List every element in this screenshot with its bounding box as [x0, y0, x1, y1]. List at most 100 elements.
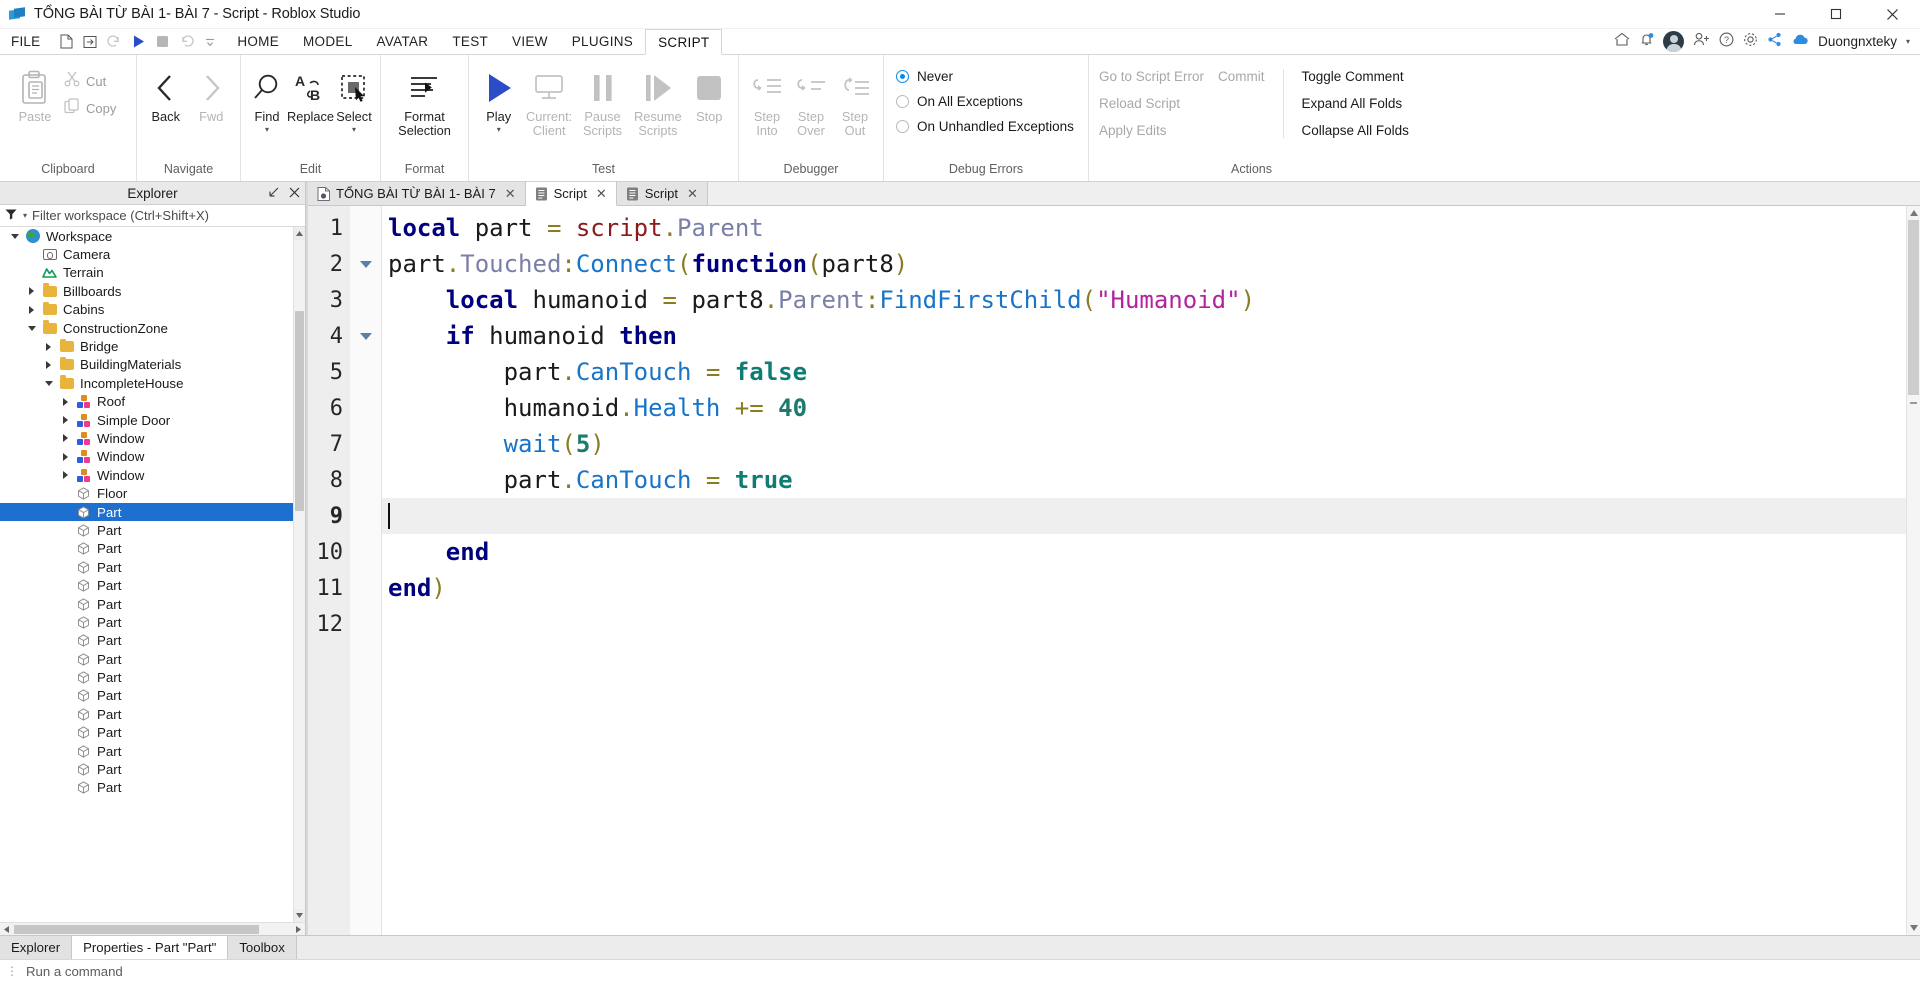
- code-text[interactable]: local part = script. Parent part. Touched: C…: [382, 206, 1920, 935]
- explorer-item-bridge[interactable]: Bridge: [0, 337, 293, 355]
- play-icon[interactable]: [127, 31, 149, 53]
- chevron-down-icon[interactable]: [6, 233, 23, 239]
- select-button[interactable]: Select ▾: [334, 63, 374, 134]
- collapse-all-folds-action[interactable]: Collapse All Folds: [1302, 123, 1409, 138]
- find-button[interactable]: Find ▾: [247, 63, 287, 134]
- scroll-up-icon[interactable]: [294, 227, 305, 240]
- scroll-down-icon[interactable]: [1907, 921, 1920, 935]
- copy-button[interactable]: Copy: [64, 98, 116, 119]
- explorer-item-floor[interactable]: Floor: [0, 484, 293, 502]
- home-icon[interactable]: [1614, 32, 1630, 51]
- tab-plugins[interactable]: PLUGINS: [560, 29, 645, 54]
- chevron-down-icon[interactable]: [23, 325, 40, 331]
- editor-vertical-scrollbar[interactable]: [1906, 206, 1920, 935]
- code-line[interactable]: part. Touched: Connect(function(part8): [382, 246, 1920, 282]
- editor-tab-script-1[interactable]: Script ✕: [525, 182, 617, 206]
- explorer-item-part[interactable]: Part: [0, 705, 293, 723]
- radio-on-all-exceptions[interactable]: On All Exceptions: [896, 94, 1074, 109]
- bottom-tab-explorer[interactable]: Explorer: [0, 936, 73, 959]
- explorer-item-terrain[interactable]: Terrain: [0, 264, 293, 282]
- redo-icon[interactable]: [103, 31, 125, 53]
- commit-action[interactable]: Commit: [1218, 69, 1265, 84]
- pause-scripts-button[interactable]: Pause Scripts: [576, 63, 629, 138]
- undock-icon[interactable]: [268, 185, 280, 203]
- explorer-item-part[interactable]: Part: [0, 613, 293, 631]
- back-button[interactable]: Back: [143, 63, 189, 124]
- cut-button[interactable]: Cut: [64, 71, 116, 92]
- fold-gutter[interactable]: [350, 206, 382, 935]
- step-out-button[interactable]: Step Out: [833, 63, 877, 138]
- explorer-item-part[interactable]: Part: [0, 668, 293, 686]
- fold-toggle-icon[interactable]: [350, 246, 381, 282]
- explorer-item-incompletehouse[interactable]: IncompleteHouse: [0, 374, 293, 392]
- chevron-right-icon[interactable]: [57, 397, 74, 406]
- tab-avatar[interactable]: AVATAR: [365, 29, 441, 54]
- settings-icon[interactable]: [1743, 32, 1758, 52]
- scroll-right-icon[interactable]: [292, 925, 305, 933]
- explorer-item-window[interactable]: Window: [0, 466, 293, 484]
- explorer-filter-input[interactable]: Filter workspace (Ctrl+Shift+X): [32, 208, 209, 223]
- tab-home[interactable]: HOME: [225, 29, 291, 54]
- bottom-tab-toolbox[interactable]: Toolbox: [228, 936, 297, 959]
- explorer-item-part[interactable]: Part: [0, 540, 293, 558]
- maximize-button[interactable]: [1808, 0, 1864, 29]
- scrollbar-thumb[interactable]: [1908, 220, 1919, 395]
- close-icon[interactable]: ✕: [687, 186, 698, 202]
- file-menu[interactable]: FILE: [0, 29, 51, 54]
- code-line[interactable]: part. CanTouch = true: [382, 462, 1920, 498]
- help-icon[interactable]: ?: [1719, 32, 1734, 52]
- chevron-right-icon[interactable]: [23, 287, 40, 296]
- scrollbar-thumb[interactable]: [295, 311, 304, 511]
- scroll-left-icon[interactable]: [0, 925, 13, 933]
- chevron-down-icon[interactable]: ▾: [265, 126, 269, 134]
- explorer-item-window[interactable]: Window: [0, 448, 293, 466]
- chevron-right-icon[interactable]: [57, 471, 74, 480]
- explorer-item-part[interactable]: Part: [0, 650, 293, 668]
- tab-script[interactable]: SCRIPT: [645, 29, 723, 55]
- filter-icon[interactable]: [5, 207, 18, 225]
- code-line[interactable]: end): [382, 570, 1920, 606]
- explorer-item-constructionzone[interactable]: ConstructionZone: [0, 319, 293, 337]
- tab-view[interactable]: VIEW: [500, 29, 560, 54]
- code-area[interactable]: 1 2 3 4 5 6 7 8 9 10 11 12 local part = script. Pare…: [308, 206, 1920, 935]
- close-icon[interactable]: ✕: [596, 186, 607, 202]
- close-icon[interactable]: [289, 185, 300, 203]
- stop-icon[interactable]: [151, 31, 173, 53]
- toggle-comment-action[interactable]: Toggle Comment: [1302, 69, 1409, 84]
- explorer-item-part[interactable]: Part: [0, 595, 293, 613]
- stop-button[interactable]: Stop: [687, 63, 732, 124]
- editor-tab-script-2[interactable]: Script ✕: [616, 182, 708, 205]
- explorer-horizontal-scrollbar[interactable]: [0, 922, 305, 935]
- avatar[interactable]: [1663, 31, 1685, 52]
- step-into-button[interactable]: Step Into: [745, 63, 789, 138]
- explorer-item-part[interactable]: Part: [0, 576, 293, 594]
- radio-never[interactable]: Never: [896, 69, 1074, 84]
- undo-icon[interactable]: [175, 31, 197, 53]
- add-person-icon[interactable]: [1693, 32, 1710, 51]
- drag-handle-icon[interactable]: ⋮: [6, 964, 19, 978]
- close-button[interactable]: [1864, 0, 1920, 29]
- explorer-item-part[interactable]: Part: [0, 724, 293, 742]
- chevron-down-icon[interactable]: ▾: [1906, 37, 1910, 45]
- replace-button[interactable]: AB Replace: [287, 63, 334, 124]
- bottom-tab-properties[interactable]: Properties - Part "Part": [72, 936, 229, 959]
- step-over-button[interactable]: Step Over: [789, 63, 833, 138]
- expand-all-folds-action[interactable]: Expand All Folds: [1302, 96, 1409, 111]
- open-file-icon[interactable]: [79, 31, 101, 53]
- new-file-icon[interactable]: [55, 31, 77, 53]
- tab-model[interactable]: MODEL: [291, 29, 365, 54]
- apply-edits-action[interactable]: Apply Edits: [1099, 123, 1204, 138]
- command-input[interactable]: Run a command: [26, 964, 123, 979]
- explorer-item-part[interactable]: Part: [0, 558, 293, 576]
- code-line[interactable]: [382, 606, 1920, 642]
- notification-icon[interactable]: [1639, 32, 1654, 52]
- explorer-item-simple-door[interactable]: Simple Door: [0, 411, 293, 429]
- radio-on-unhandled-exceptions[interactable]: On Unhandled Exceptions: [896, 119, 1074, 134]
- code-line[interactable]: local humanoid = part8. Parent: FindFirstC…: [382, 282, 1920, 318]
- fold-toggle-icon[interactable]: [350, 318, 381, 354]
- explorer-item-part[interactable]: Part: [0, 760, 293, 778]
- explorer-filter-row[interactable]: ▾ Filter workspace (Ctrl+Shift+X): [0, 205, 305, 227]
- code-line[interactable]: wait(5): [382, 426, 1920, 462]
- cloud-icon[interactable]: [1791, 33, 1809, 51]
- chevron-right-icon[interactable]: [57, 416, 74, 425]
